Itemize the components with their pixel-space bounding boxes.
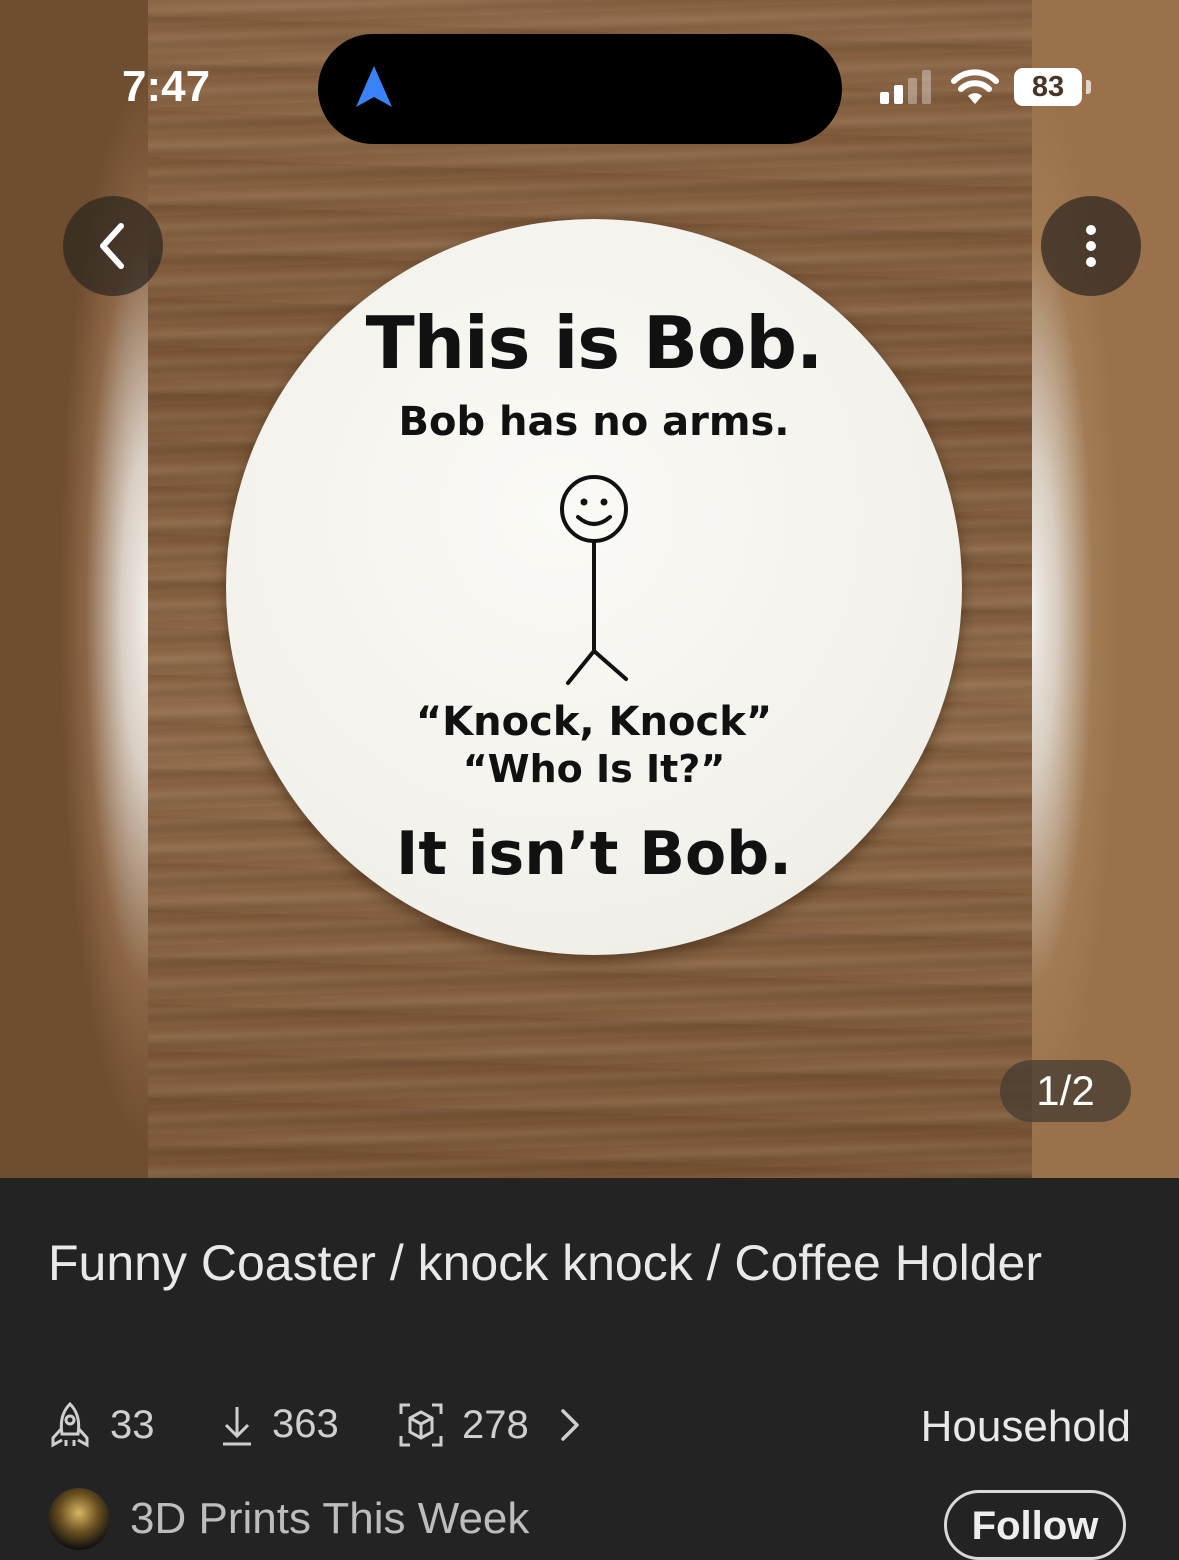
creator-name[interactable]: 3D Prints This Week xyxy=(130,1494,529,1544)
avatar[interactable] xyxy=(48,1488,110,1550)
battery-indicator: 83 xyxy=(1014,68,1082,106)
model-title: Funny Coaster / knock knock / Coffee Hol… xyxy=(48,1235,1042,1291)
prints-count: 278 xyxy=(462,1402,529,1447)
back-button[interactable] xyxy=(63,196,163,296)
boost-stat[interactable]: 33 xyxy=(48,1402,155,1448)
vertical-dots-icon xyxy=(1086,225,1096,267)
follow-button[interactable]: Follow xyxy=(944,1490,1126,1560)
prints-stat[interactable]: 278 xyxy=(398,1402,583,1448)
chevron-left-icon xyxy=(100,223,124,269)
page-indicator: 1/2 xyxy=(1000,1060,1131,1122)
coaster-text-subtitle: Bob has no arms. xyxy=(398,399,790,445)
image-gallery[interactable]: This is Bob. Bob has no arms. “Knock, Kn… xyxy=(0,0,1179,1178)
status-time: 7:47 xyxy=(122,62,211,111)
navigation-arrow-icon xyxy=(356,66,392,107)
stick-figure-icon xyxy=(560,475,628,685)
gallery-blur-right xyxy=(1031,0,1179,1178)
3d-print-icon xyxy=(399,1403,443,1447)
chevron-right-icon xyxy=(561,1409,579,1441)
coaster-text-punchline: It isn’t Bob. xyxy=(396,819,792,889)
more-options-button[interactable] xyxy=(1041,196,1141,296)
boost-count: 33 xyxy=(110,1402,155,1447)
creator-row[interactable]: 3D Prints This Week Follow xyxy=(48,1488,1138,1560)
dynamic-island xyxy=(318,34,842,144)
gallery-blur-left xyxy=(0,0,148,1178)
rocket-icon xyxy=(51,1402,89,1448)
coaster-text-knock: “Knock, Knock” xyxy=(415,699,773,745)
battery-level: 83 xyxy=(1031,71,1065,103)
wifi-icon xyxy=(951,69,999,104)
coaster-image: This is Bob. Bob has no arms. “Knock, Kn… xyxy=(226,219,962,955)
coaster-text-title: This is Bob. xyxy=(365,301,824,385)
category-label[interactable]: Household xyxy=(921,1402,1131,1452)
battery-tip xyxy=(1086,80,1091,94)
cellular-signal-icon xyxy=(880,70,931,104)
download-icon xyxy=(223,1406,251,1445)
download-count: 363 xyxy=(272,1402,339,1446)
coaster-text-who: “Who Is It?” xyxy=(462,747,726,791)
download-stat: 363 xyxy=(220,1402,339,1447)
